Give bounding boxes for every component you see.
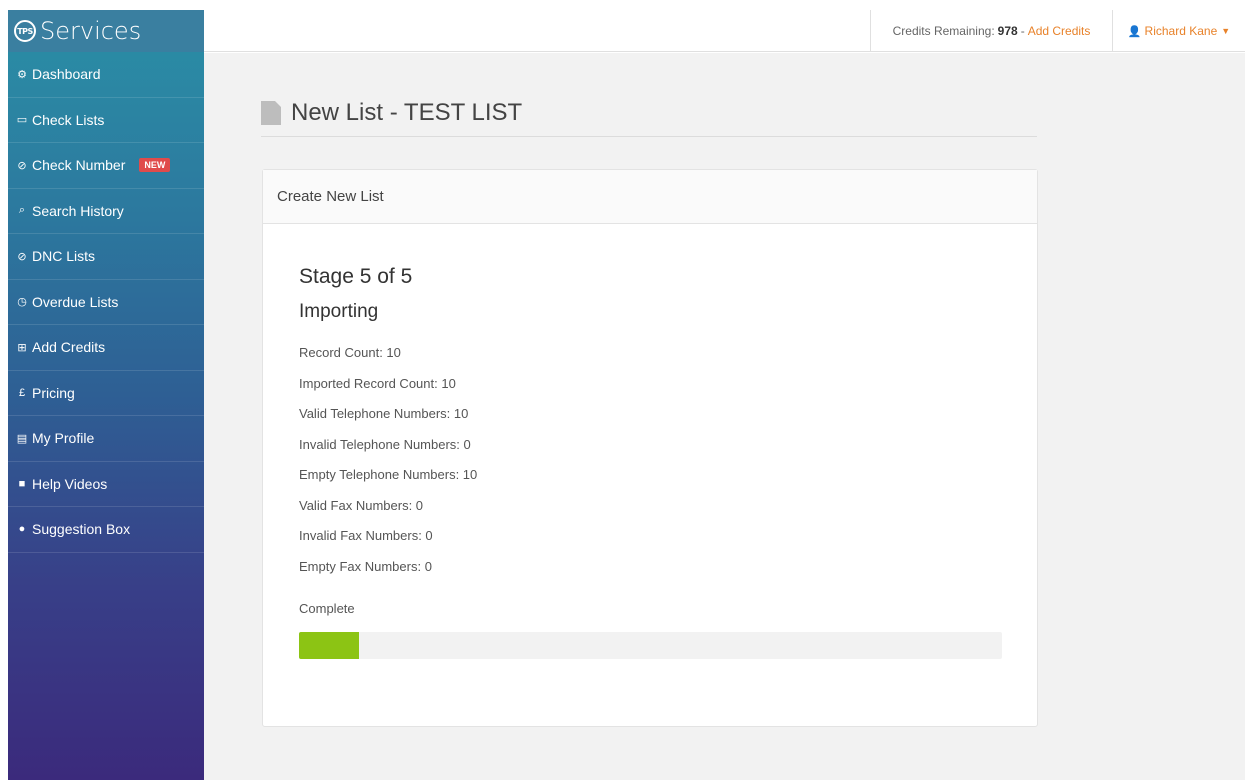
progress-bar: [299, 632, 359, 659]
panel-heading: Create New List: [263, 170, 1037, 224]
file-icon: [261, 101, 281, 125]
top-bar: Credits Remaining: 978 - Add Credits 👤 R…: [204, 10, 1245, 52]
tps-logo-icon: TPS: [14, 20, 36, 42]
sidebar-item-dashboard[interactable]: ⚙ Dashboard: [8, 52, 204, 98]
pound-icon: £: [18, 386, 26, 399]
stat-empty-telephone: Empty Telephone Numbers: 10: [299, 467, 478, 482]
sidebar-item-label: Suggestion Box: [32, 521, 131, 538]
sidebar-item-dnc-lists[interactable]: ⊘ DNC Lists: [8, 234, 204, 280]
sidebar-item-check-number[interactable]: ⊘ Check Number NEW: [8, 143, 204, 189]
user-menu[interactable]: 👤 Richard Kane ▼: [1113, 10, 1245, 52]
stage-indicator: Stage 5 of 5: [299, 265, 413, 288]
sidebar-item-pricing[interactable]: £ Pricing: [8, 371, 204, 416]
progress-track: [299, 632, 1002, 659]
comment-icon: ●: [18, 523, 26, 536]
sidebar-item-add-credits[interactable]: ⊞ Add Credits: [8, 325, 204, 371]
sidebar-item-my-profile[interactable]: ▤ My Profile: [8, 416, 204, 462]
add-credits-link[interactable]: Add Credits: [1028, 24, 1091, 38]
brand-name: Services: [40, 17, 142, 45]
sidebar: TPS Services ⚙ Dashboard ▭ Check Lists ⊘…: [8, 10, 204, 780]
sidebar-item-label: Pricing: [32, 384, 75, 401]
ban-icon: ⊘: [17, 250, 27, 263]
sidebar-nav: ⚙ Dashboard ▭ Check Lists ⊘ Check Number…: [8, 52, 204, 553]
video-camera-icon: ■: [18, 477, 26, 490]
main-content: New List - TEST LIST Create New List Sta…: [204, 53, 1245, 780]
clock-icon: ◷: [17, 296, 27, 309]
import-status: Importing: [299, 301, 379, 322]
sidebar-item-check-lists[interactable]: ▭ Check Lists: [8, 98, 204, 143]
sidebar-item-suggestion-box[interactable]: ● Suggestion Box: [8, 507, 204, 553]
credits-separator: -: [1020, 24, 1025, 38]
sidebar-item-label: My Profile: [32, 430, 95, 447]
new-badge: NEW: [139, 158, 171, 173]
stat-empty-fax: Empty Fax Numbers: 0: [299, 558, 432, 574]
page-header: New List - TEST LIST: [261, 100, 1037, 137]
id-card-icon: ▤: [16, 432, 28, 445]
user-icon: 👤: [1127, 25, 1142, 38]
brand[interactable]: TPS Services: [8, 10, 204, 52]
sidebar-item-search-history[interactable]: ⌕ Search History: [8, 189, 204, 234]
sidebar-item-help-videos[interactable]: ■ Help Videos: [8, 462, 204, 507]
stat-valid-fax: Valid Fax Numbers: 0: [299, 497, 424, 513]
sidebar-item-label: Check Lists: [32, 111, 105, 128]
cart-icon: ⊞: [17, 341, 27, 354]
progress-label: Complete: [299, 601, 355, 616]
sidebar-item-label: Dashboard: [32, 66, 101, 83]
sidebar-item-label: Help Videos: [32, 475, 108, 492]
create-list-panel: Create New List Stage 5 of 5 Importing R…: [262, 169, 1038, 727]
sidebar-item-label: Search History: [32, 202, 124, 219]
check-circle-icon: ⊘: [17, 159, 27, 172]
stat-record-count: Record Count: 10: [299, 345, 401, 360]
folder-open-icon: ▭: [16, 114, 28, 127]
page-title: New List - TEST LIST: [291, 99, 523, 126]
sidebar-item-label: DNC Lists: [32, 248, 96, 265]
panel-body: Stage 5 of 5 Importing Record Count: 10 …: [263, 224, 1037, 659]
credits-value: 978: [997, 24, 1018, 38]
stat-valid-telephone: Valid Telephone Numbers: 10: [299, 406, 469, 421]
sidebar-item-overdue-lists[interactable]: ◷ Overdue Lists: [8, 280, 204, 325]
user-name: Richard Kane: [1144, 24, 1218, 38]
sidebar-item-label: Check Number: [32, 157, 126, 174]
caret-down-icon: ▼: [1221, 26, 1231, 36]
search-icon: ⌕: [18, 204, 26, 217]
credits-remaining: Credits Remaining: 978 - Add Credits: [870, 10, 1113, 52]
sidebar-item-label: Overdue Lists: [32, 293, 119, 310]
cogs-icon: ⚙: [17, 68, 27, 81]
stat-invalid-fax: Invalid Fax Numbers: 0: [299, 528, 433, 543]
stat-invalid-telephone: Invalid Telephone Numbers: 0: [299, 436, 471, 452]
sidebar-item-label: Add Credits: [32, 339, 106, 356]
credits-label: Credits Remaining:: [892, 24, 995, 38]
stat-imported-record-count: Imported Record Count: 10: [299, 375, 456, 391]
